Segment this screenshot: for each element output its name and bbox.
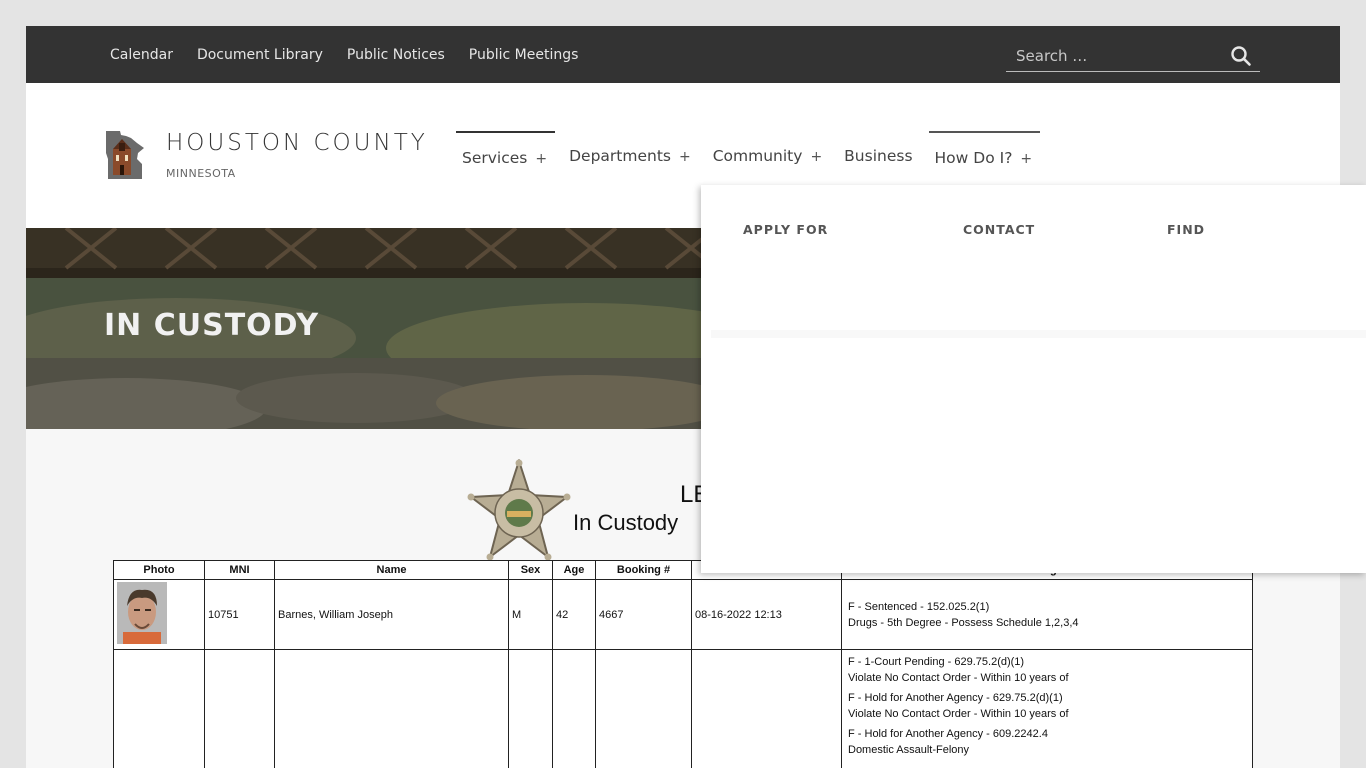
- column-header-sex: Sex: [508, 560, 553, 580]
- charge-line: F - 1-Court Pending - 629.75.2(d)(1): [848, 656, 1025, 668]
- utility-link-public-meetings[interactable]: Public Meetings: [469, 47, 579, 63]
- charge-line: F - Hold for Another Agency - 609.2242.4: [848, 728, 1048, 740]
- charges-cell: F - Sentenced - 152.025.2(1) Drugs - 5th…: [841, 579, 1253, 650]
- charges-cell: F - 1-Court Pending - 629.75.2(d)(1) Vio…: [841, 649, 1253, 768]
- plus-icon[interactable]: +: [810, 149, 822, 165]
- utility-link-calendar[interactable]: Calendar: [110, 47, 173, 63]
- column-header-name: Name: [274, 560, 509, 580]
- column-header-booking: Booking #: [595, 560, 692, 580]
- booking-cell: 4667: [595, 579, 692, 650]
- nav-item-services[interactable]: Services +: [456, 131, 556, 181]
- nav-item-community[interactable]: Community +: [707, 131, 830, 181]
- search-input[interactable]: [1016, 45, 1216, 67]
- main-nav: Services + Departments + Community + Busine…: [456, 131, 1048, 181]
- custody-table: Photo MNI Name Sex Age Booking # Charges: [113, 560, 1253, 768]
- utility-bar: Calendar Document Library Public Notices…: [26, 26, 1340, 83]
- nav-label: Community: [712, 147, 803, 165]
- mega-heading-find: FIND: [1167, 222, 1206, 237]
- mega-heading-contact: CONTACT: [963, 222, 1036, 237]
- report-subtitle: In Custody: [573, 510, 679, 535]
- sex-cell: M: [508, 579, 553, 650]
- utility-nav: Calendar Document Library Public Notices…: [110, 26, 602, 83]
- nav-label: Departments: [569, 147, 671, 165]
- charge-line: Violate No Contact Order - Within 10 yea…: [848, 672, 1069, 684]
- sheriff-badge-icon: [467, 459, 571, 561]
- nav-label: How Do I?: [934, 149, 1013, 167]
- plus-icon[interactable]: +: [535, 151, 547, 167]
- column-header-mni: MNI: [204, 560, 275, 580]
- nav-item-how-do-i[interactable]: How Do I? +: [928, 131, 1041, 181]
- mni-cell: [204, 649, 275, 768]
- site-subtitle: MINNESOTA: [166, 167, 236, 180]
- age-cell: [552, 649, 596, 768]
- age-cell: 42: [552, 579, 596, 650]
- column-header-age: Age: [552, 560, 596, 580]
- charge-line: F - Sentenced - 152.025.2(1): [848, 600, 990, 613]
- plus-icon[interactable]: +: [679, 149, 691, 165]
- county-logo-icon[interactable]: [104, 129, 146, 181]
- booking-cell: [595, 649, 692, 768]
- intake-date-cell: 08-16-2022 12:13: [691, 579, 842, 650]
- nav-item-departments[interactable]: Departments +: [563, 131, 699, 181]
- plus-icon[interactable]: +: [1020, 151, 1032, 167]
- photo-cell: [113, 649, 205, 768]
- charge-line: Violate No Contact Order - Within 10 yea…: [848, 708, 1069, 720]
- sex-cell: [508, 649, 553, 768]
- page-title: IN CUSTODY: [104, 308, 320, 343]
- mugshot-image[interactable]: [117, 582, 167, 644]
- mega-menu-divider: [711, 330, 1366, 338]
- mega-heading-apply-for: APPLY FOR: [743, 222, 829, 237]
- site-title[interactable]: HOUSTON COUNTY: [166, 130, 428, 156]
- search-icon[interactable]: [1230, 45, 1252, 67]
- utility-link-document-library[interactable]: Document Library: [197, 47, 323, 63]
- charge-line: Drugs - 5th Degree - Possess Schedule 1,…: [848, 616, 1079, 629]
- mni-cell: 10751: [204, 579, 275, 650]
- name-cell: [274, 649, 509, 768]
- nav-item-business[interactable]: Business: [838, 131, 920, 181]
- intake-date-cell: [691, 649, 842, 768]
- name-cell: Barnes, William Joseph: [274, 579, 509, 650]
- charge-line: F - Hold for Another Agency - 629.75.2(d…: [848, 692, 1063, 704]
- column-header-photo: Photo: [113, 560, 205, 580]
- photo-cell: [113, 579, 205, 650]
- charge-line: Domestic Assault-Felony: [848, 744, 970, 756]
- nav-label: Business: [844, 147, 913, 165]
- search-form: [1006, 39, 1260, 72]
- nav-label: Services: [462, 149, 528, 167]
- how-do-i-mega-menu: APPLY FOR CONTACT FIND: [701, 185, 1366, 573]
- table-row: 10751 Barnes, William Joseph M 42 4667 0…: [113, 579, 1253, 650]
- table-row: F - 1-Court Pending - 629.75.2(d)(1) Vio…: [113, 649, 1253, 768]
- utility-link-public-notices[interactable]: Public Notices: [347, 47, 445, 63]
